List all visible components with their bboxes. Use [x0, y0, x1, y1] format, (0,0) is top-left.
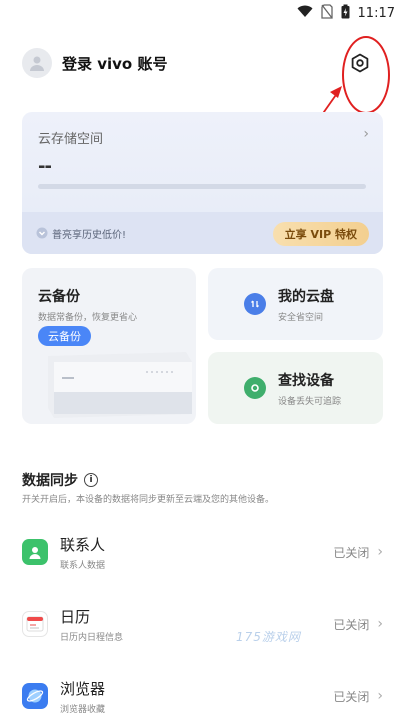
- backup-button[interactable]: 云备份: [38, 326, 91, 346]
- chevron-down-circle-icon: [36, 227, 48, 239]
- browser-title: 浏览器: [60, 679, 106, 698]
- cloud-backup-tile[interactable]: 云备份 数据常备份，恢复更省心 云备份: [22, 268, 196, 424]
- watermark: 175游戏网: [236, 630, 301, 644]
- settings-button[interactable]: [347, 50, 373, 76]
- storage-promo-bar: 普亮享历史低价! 立享 VIP 特权: [22, 212, 383, 254]
- cloud-disk-subtitle: 安全省空间: [278, 312, 324, 323]
- avatar[interactable]: [22, 48, 52, 78]
- browser-icon: [22, 683, 48, 709]
- user-icon: [30, 56, 44, 71]
- calendar-title: 日历: [60, 607, 91, 626]
- cloud-disk-title: 我的云盘: [278, 288, 334, 305]
- browser-subtitle: 浏览器收藏: [60, 704, 106, 715]
- cloud-disk-icon: [244, 293, 266, 315]
- find-device-subtitle: 设备丢失可追踪: [278, 396, 342, 407]
- sync-row-calendar[interactable]: 日历 日历内日程信息 已关闭 ›: [22, 602, 383, 646]
- data-sync-heading: 数据同步 i: [22, 470, 98, 490]
- settings-hexagon-icon: [351, 53, 369, 73]
- status-bar: 11:17: [0, 0, 405, 26]
- find-device-icon: [244, 377, 266, 399]
- promo-text: 普亮享历史低价!: [52, 229, 127, 241]
- account-header: 登录 vivo 账号: [22, 46, 383, 80]
- find-device-title: 查找设备: [278, 372, 334, 389]
- chevron-right-icon: ›: [363, 126, 369, 142]
- calendar-status: 已关闭 ›: [333, 616, 383, 633]
- contacts-icon: [22, 539, 48, 565]
- my-cloud-disk-tile[interactable]: 我的云盘 安全省空间: [208, 268, 383, 340]
- data-sync-title: 数据同步: [22, 473, 78, 489]
- storage-title: 云存储空间: [38, 132, 104, 147]
- backup-subtitle: 数据常备份，恢复更省心: [38, 313, 138, 323]
- backup-device-illustration: [48, 352, 192, 418]
- calendar-subtitle: 日历内日程信息: [60, 632, 124, 643]
- calendar-status-text: 已关闭: [333, 617, 370, 632]
- chevron-right-icon: ›: [377, 616, 383, 632]
- browser-status-text: 已关闭: [333, 689, 370, 704]
- contacts-title: 联系人: [60, 535, 106, 554]
- sync-row-browser[interactable]: 浏览器 浏览器收藏 已关闭 ›: [22, 674, 383, 718]
- storage-value: --: [38, 156, 52, 177]
- battery-charging-icon: [341, 4, 350, 23]
- data-sync-description: 开关开启后，本设备的数据将同步更新至云端及您的其他设备。: [22, 495, 275, 505]
- sync-row-contacts[interactable]: 联系人 联系人数据 已关闭 ›: [22, 530, 383, 574]
- calendar-icon: [22, 611, 48, 637]
- info-icon[interactable]: i: [84, 473, 98, 487]
- vip-button[interactable]: 立享 VIP 特权: [272, 222, 369, 246]
- login-account-link[interactable]: 登录 vivo 账号: [62, 53, 167, 74]
- find-device-tile[interactable]: 查找设备 设备丢失可追踪: [208, 352, 383, 424]
- wifi-icon: [297, 5, 313, 22]
- chevron-right-icon: ›: [377, 544, 383, 560]
- browser-status: 已关闭 ›: [333, 688, 383, 705]
- no-sim-icon: [320, 3, 333, 23]
- contacts-status-text: 已关闭: [333, 545, 370, 560]
- storage-progress-bar: [38, 184, 366, 189]
- cloud-storage-card[interactable]: 云存储空间 › -- 普亮享历史低价! 立享 VIP 特权: [22, 112, 383, 254]
- backup-title: 云备份: [38, 289, 80, 305]
- contacts-status: 已关闭 ›: [333, 544, 383, 561]
- chevron-right-icon: ›: [377, 688, 383, 704]
- contacts-subtitle: 联系人数据: [60, 560, 106, 571]
- clock: 11:17: [357, 5, 395, 21]
